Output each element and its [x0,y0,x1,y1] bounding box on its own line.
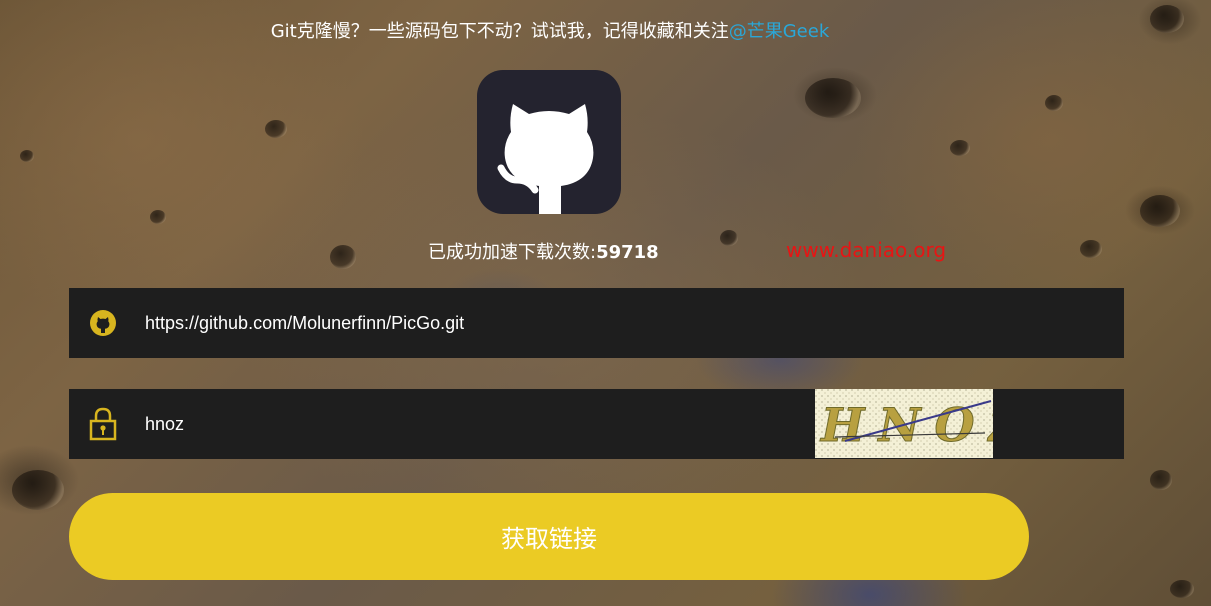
github-octocat-icon [497,104,594,214]
background-crater [1150,470,1172,490]
github-icon [90,310,116,336]
promo-text: Git克隆慢？一些源码包下不动？试试我，记得收藏和关注 [270,21,729,42]
background-crater [1150,5,1184,33]
captcha-graphic: HNOZ [815,389,993,458]
repo-url-input[interactable] [145,288,805,358]
background-crater [1170,580,1194,598]
captcha-image[interactable]: HNOZ [815,389,993,458]
background-crater [330,245,356,269]
site-watermark: www.daniao.org [786,238,947,262]
counter-value: 59718 [596,242,659,263]
background-crater [150,210,166,224]
background-crater [12,470,64,510]
promo-banner: Git克隆慢？一些源码包下不动？试试我，记得收藏和关注@芒果Geek [0,17,1100,43]
github-logo [477,70,621,214]
background-crater [265,120,287,138]
download-counter: 已成功加速下载次数:59718 [428,238,659,264]
background-crater [805,78,861,118]
repo-url-field [69,288,1124,358]
lock-icon [89,407,117,441]
author-handle-link[interactable]: @芒果Geek [729,21,830,42]
captcha-field: HNOZ [69,389,1124,459]
background-crater [1140,195,1180,227]
captcha-input[interactable] [145,389,805,459]
background-crater [20,150,34,162]
background-crater [1080,240,1102,258]
background-crater [950,140,970,156]
counter-label: 已成功加速下载次数: [428,242,597,263]
background-crater [720,230,738,246]
get-link-button[interactable]: 获取链接 [69,493,1029,580]
background-crater [1045,95,1063,111]
